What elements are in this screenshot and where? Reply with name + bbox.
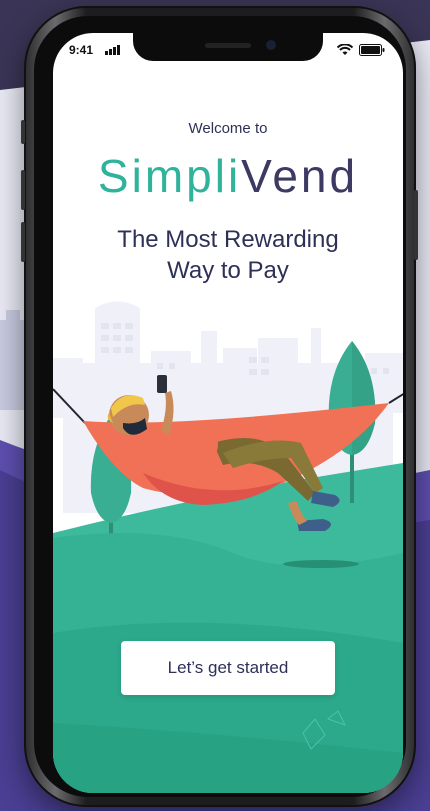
status-icons <box>337 44 385 56</box>
signal-icon <box>105 45 120 55</box>
welcome-text: Welcome to <box>188 120 268 137</box>
tagline-line2: Way to Pay <box>167 257 289 284</box>
notch <box>133 33 323 61</box>
speaker-grille <box>205 43 251 48</box>
tagline-line1: The Most Rewarding <box>117 226 339 253</box>
front-camera <box>266 40 276 50</box>
volume-up-button <box>21 170 25 210</box>
volume-down-button <box>21 222 25 262</box>
brand-name-part1: Simpli <box>97 150 242 202</box>
tagline: The Most Rewarding Way to Pay <box>93 224 363 286</box>
mute-switch <box>21 120 25 144</box>
power-button <box>414 190 418 260</box>
brand-name-part2: Vend <box>241 150 359 202</box>
wifi-icon <box>337 44 353 55</box>
battery-icon <box>359 44 385 56</box>
brand-logo: SimpliVend <box>53 149 403 203</box>
get-started-button[interactable]: Let’s get started <box>121 641 335 695</box>
status-time: 9:41 <box>69 43 94 57</box>
app-screen: 9:41 Welcome to SimpliVend The Most Rewa… <box>53 33 403 793</box>
